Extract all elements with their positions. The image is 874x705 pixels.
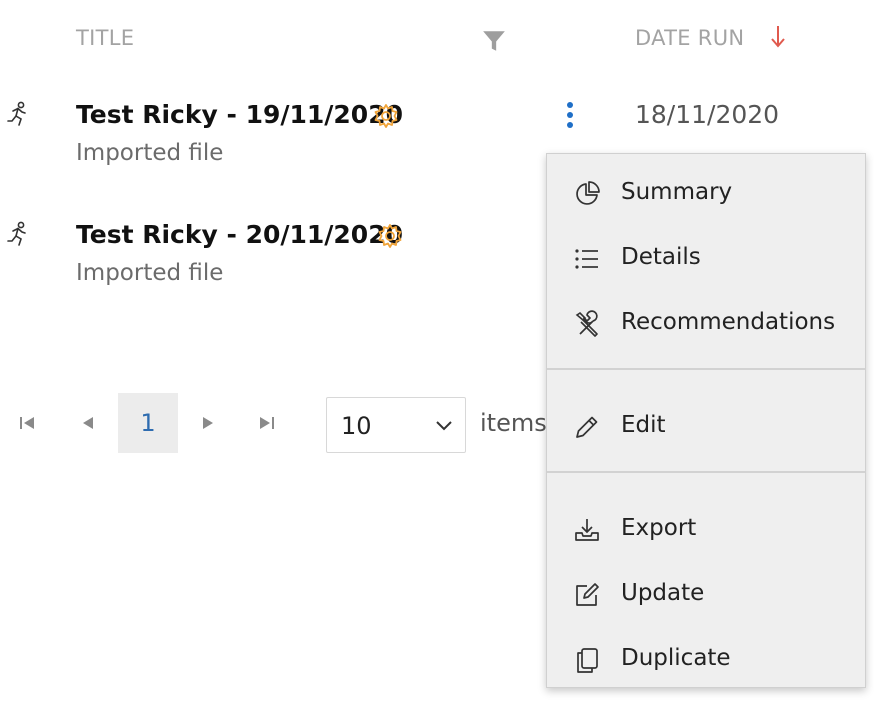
column-header-title[interactable]: TITLE bbox=[76, 26, 134, 50]
menu-item-duplicate[interactable]: Duplicate bbox=[547, 626, 865, 686]
column-header-date-run[interactable]: DATE RUN bbox=[635, 26, 744, 50]
menu-item-export[interactable]: Export bbox=[547, 496, 865, 556]
page-button-current[interactable]: 1 bbox=[118, 393, 178, 453]
more-options-icon[interactable] bbox=[560, 100, 580, 130]
menu-item-label: Export bbox=[621, 515, 697, 541]
menu-item-label: Edit bbox=[621, 412, 666, 438]
menu-divider bbox=[547, 471, 865, 473]
gear-icon[interactable] bbox=[376, 222, 404, 250]
filter-icon[interactable] bbox=[481, 28, 507, 54]
duplicate-icon bbox=[577, 648, 598, 673]
running-person-icon bbox=[7, 221, 26, 246]
menu-item-edit[interactable]: Edit bbox=[547, 393, 865, 453]
pie-chart-icon bbox=[576, 181, 600, 205]
row-subtitle: Imported file bbox=[76, 140, 224, 166]
menu-item-label: Summary bbox=[621, 179, 733, 205]
export-icon bbox=[575, 519, 599, 541]
menu-item-label: Recommendations bbox=[621, 309, 836, 335]
next-page-icon[interactable] bbox=[194, 409, 222, 437]
sort-descending-icon[interactable] bbox=[768, 24, 788, 50]
pencil-icon bbox=[576, 416, 598, 438]
runs-list-page: TITLE DATE RUN Test Ricky - 19/11/2020 I… bbox=[0, 0, 874, 705]
first-page-icon[interactable] bbox=[14, 409, 42, 437]
menu-item-summary[interactable]: Summary bbox=[547, 160, 865, 220]
edit-box-icon bbox=[576, 583, 599, 606]
running-person-icon bbox=[7, 101, 26, 126]
previous-page-icon[interactable] bbox=[74, 409, 102, 437]
menu-item-label: Update bbox=[621, 580, 705, 606]
row-title[interactable]: Test Ricky - 20/11/2020 bbox=[76, 220, 403, 249]
menu-item-update[interactable]: Update bbox=[547, 561, 865, 621]
row-title[interactable]: Test Ricky - 19/11/2020 bbox=[76, 100, 403, 129]
last-page-icon[interactable] bbox=[252, 409, 280, 437]
row-date-run: 18/11/2020 bbox=[635, 100, 780, 129]
row-subtitle: Imported file bbox=[76, 260, 224, 286]
menu-item-label: Duplicate bbox=[621, 645, 731, 671]
items-per-page-label: items bbox=[480, 409, 547, 437]
menu-item-recommendations[interactable]: Recommendations bbox=[547, 290, 865, 350]
row-context-menu: Summary Details Recommendations Edit Exp… bbox=[546, 153, 866, 688]
page-size-select[interactable]: 10 bbox=[326, 397, 466, 453]
chevron-down-icon bbox=[436, 421, 452, 431]
menu-item-details[interactable]: Details bbox=[547, 225, 865, 285]
tools-icon bbox=[575, 310, 598, 337]
page-size-value: 10 bbox=[341, 412, 372, 440]
gear-icon[interactable] bbox=[372, 102, 400, 130]
menu-divider bbox=[547, 368, 865, 370]
pagination: 1 10 items bbox=[0, 393, 560, 453]
menu-item-label: Details bbox=[621, 244, 701, 270]
list-icon bbox=[575, 249, 598, 269]
